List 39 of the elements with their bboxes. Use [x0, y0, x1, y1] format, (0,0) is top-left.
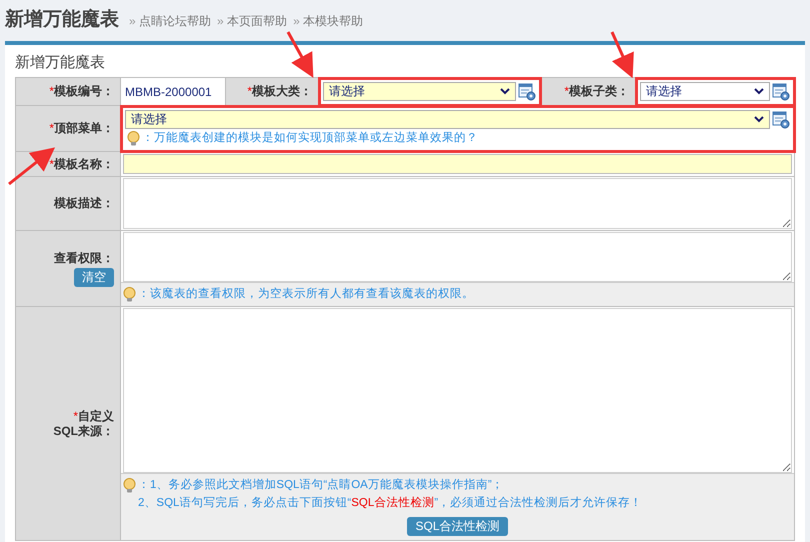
hint-text: ：1、务必参照此文档增加SQL语句“点睛OA万能魔表模块操作指南”； [138, 477, 504, 493]
help-link[interactable]: » 本页面帮助 [217, 13, 288, 30]
field-label: *模板大类： [247, 84, 312, 99]
chevron-down-icon [754, 88, 764, 95]
text-field[interactable] [123, 154, 792, 174]
window-gear-icon[interactable] [518, 82, 536, 100]
lightbulb-icon [127, 130, 140, 146]
chevron-down-icon [500, 88, 510, 95]
field-label: *模板编号： [49, 84, 114, 99]
sql-text-area[interactable] [123, 308, 792, 473]
annotation-arrow [286, 31, 314, 78]
panel-title: 新增万能魔表 [15, 53, 105, 73]
field-label: *顶部菜单： [49, 121, 114, 136]
field-label: *模板子类： [564, 84, 629, 99]
clear-button[interactable]: 清空 [74, 268, 114, 286]
help-link[interactable]: » 本模块帮助 [293, 13, 364, 30]
sql-check-button[interactable]: SQL合法性检测 [407, 517, 508, 536]
hint-text: 2、SQL语句写完后，务必点击下面按钮“SQL合法性检测”，必须通过合法性检测后才允许保存！ [138, 495, 642, 511]
annotation-arrow [610, 31, 634, 78]
text-area[interactable] [123, 232, 792, 282]
field-label: *自定义 SQL来源： [53, 408, 114, 438]
dropdown[interactable]: 请选择 [640, 82, 770, 101]
dropdown[interactable]: 请选择 [125, 110, 770, 129]
hint-text: ：万能魔表创建的模块是如何实现顶部菜单或左边菜单效果的？ [142, 130, 478, 146]
window-gear-icon[interactable] [772, 82, 790, 100]
help-link[interactable]: » 点睛论坛帮助 [129, 13, 212, 30]
annotation-arrow [8, 147, 56, 186]
window-gear-icon[interactable] [772, 110, 790, 128]
field-label: 模板描述： [54, 196, 114, 211]
field-label: 查看权限： [54, 250, 114, 266]
page-title: 新增万能魔表 [5, 8, 119, 32]
text-area[interactable] [123, 178, 792, 229]
field-label: *模板名称： [49, 156, 114, 172]
hint-text: ：该魔表的查看权限，为空表示所有人都有查看该魔表的权限。 [138, 286, 474, 302]
lightbulb-icon [123, 286, 136, 302]
field-value: MBMB-2000001 [125, 84, 212, 98]
lightbulb-icon [123, 478, 136, 492]
chevron-down-icon [754, 116, 764, 123]
dropdown[interactable]: 请选择 [323, 82, 516, 101]
